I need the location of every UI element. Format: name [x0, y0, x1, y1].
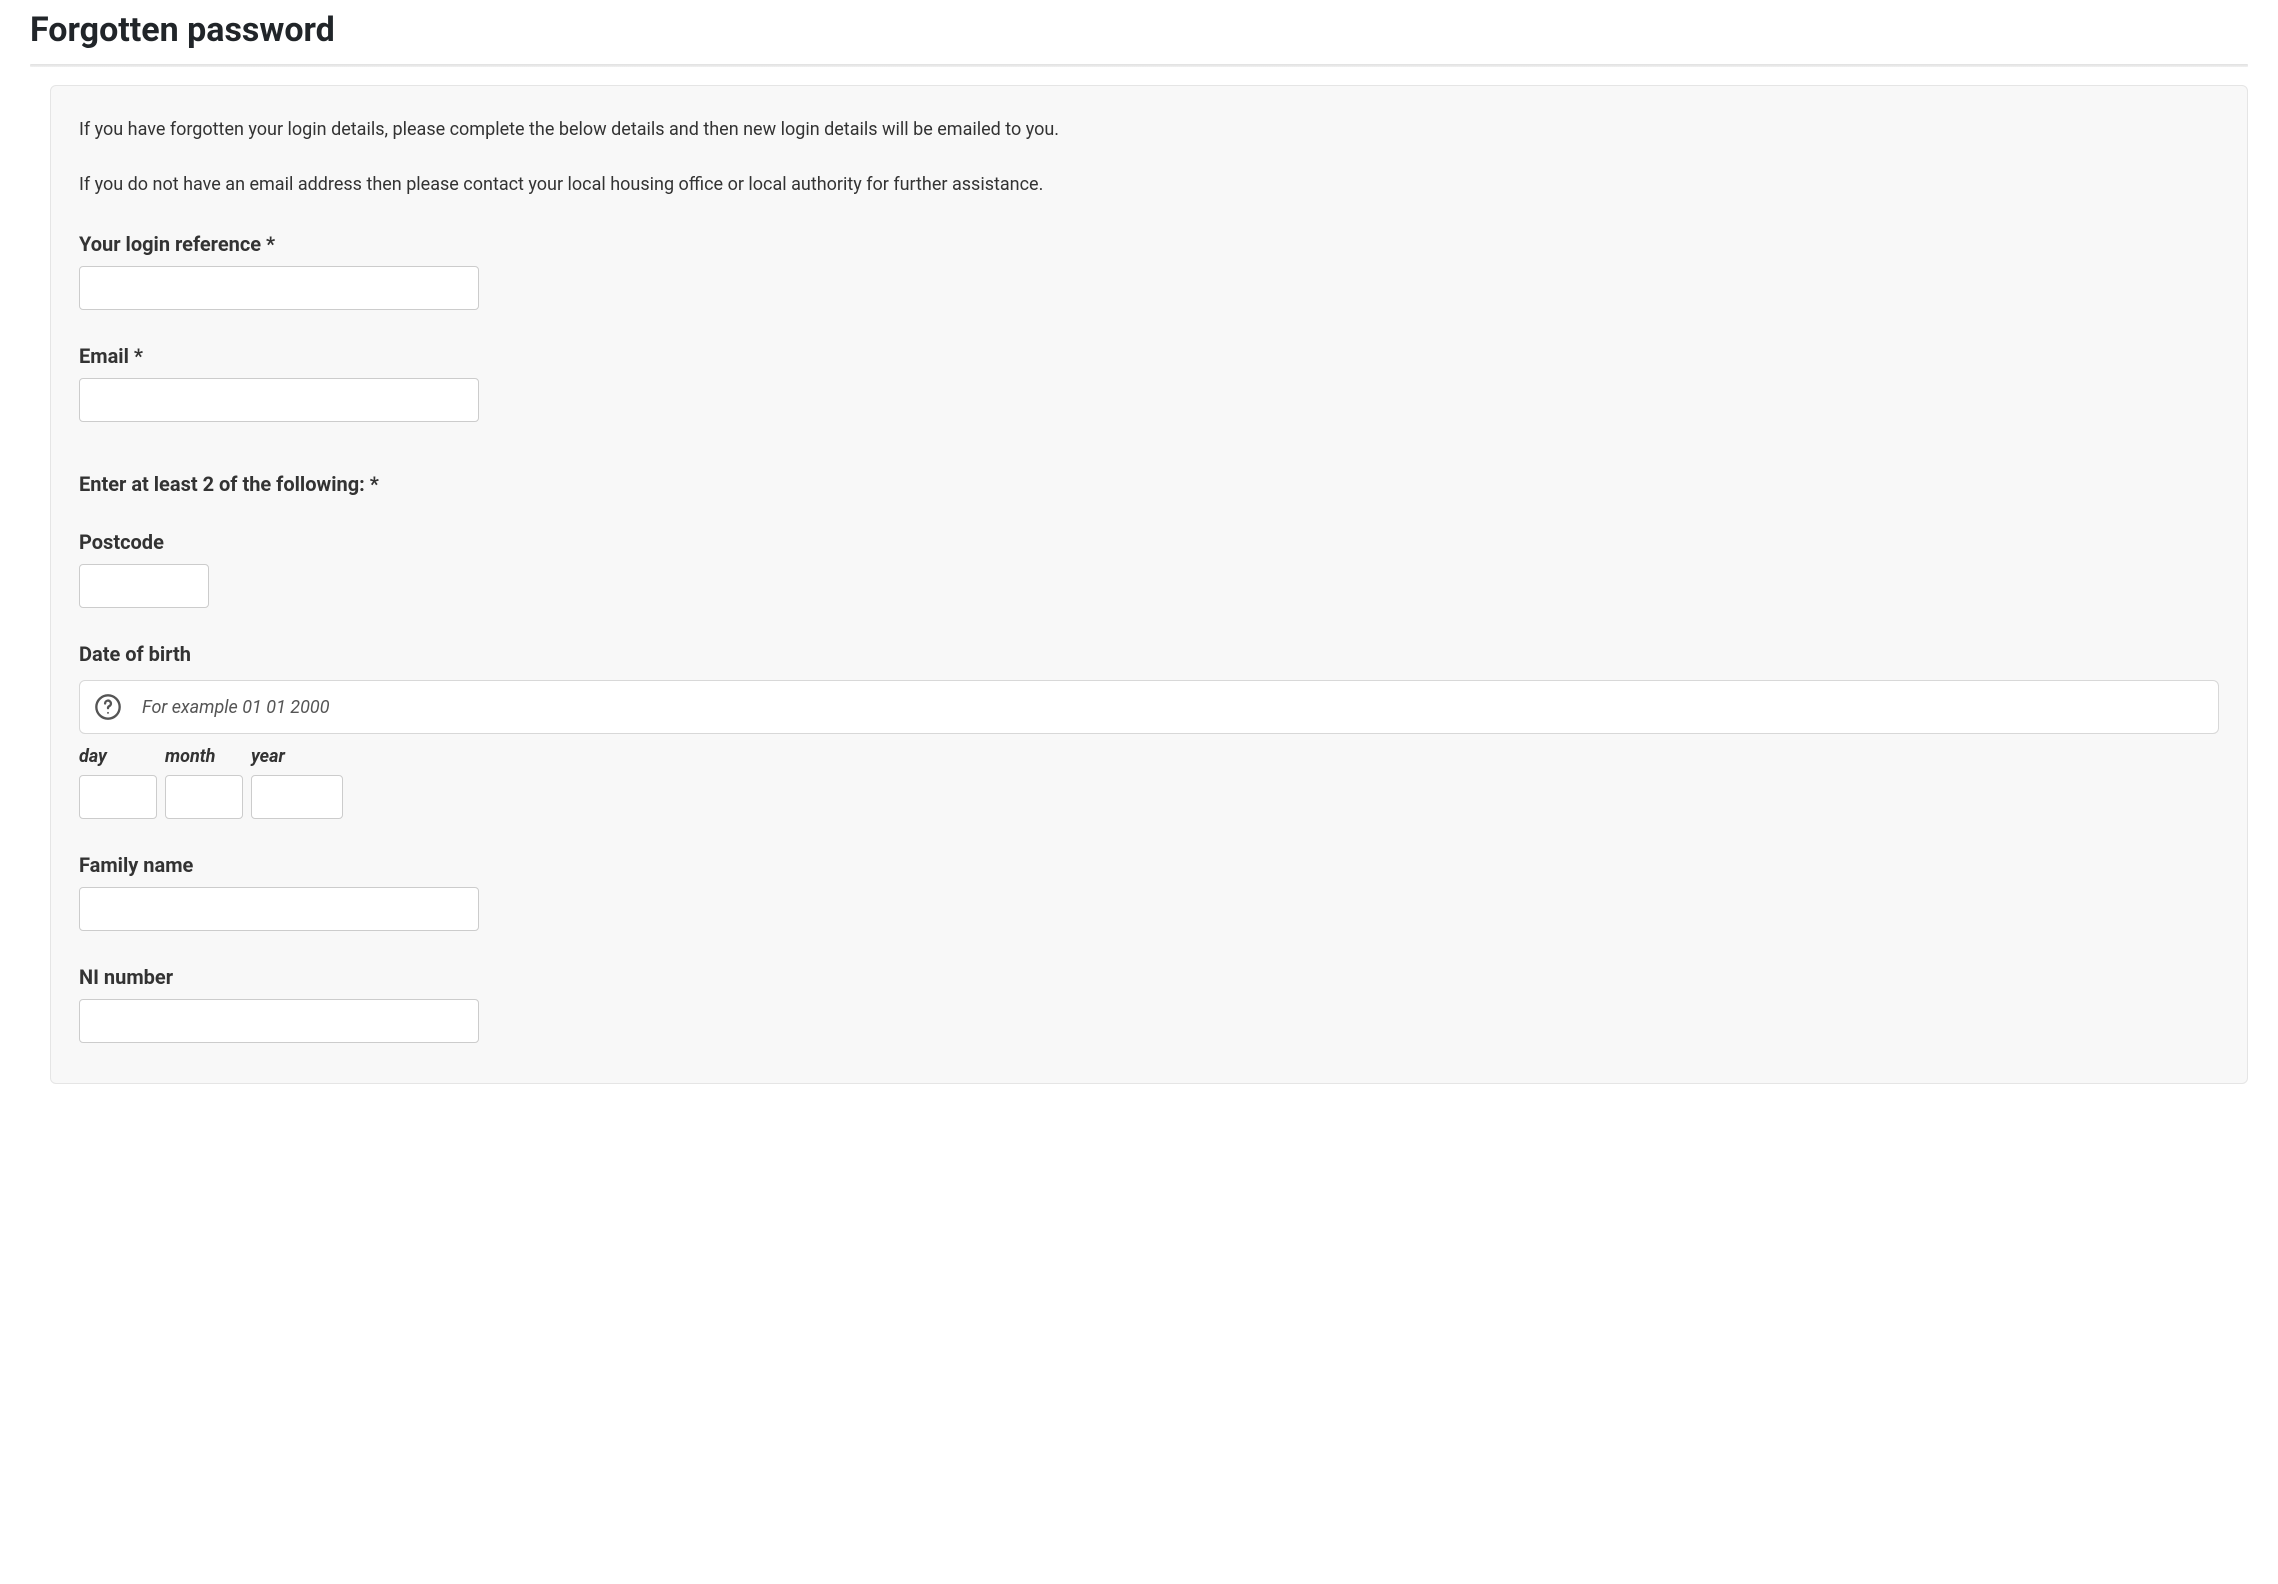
login-reference-label: Your login reference *: [79, 232, 2219, 256]
page-wrapper: Forgotten password If you have forgotten…: [0, 0, 2278, 1114]
dob-day-col: day: [79, 746, 157, 819]
login-reference-group: Your login reference *: [79, 232, 2219, 310]
dob-group: Date of birth For example 01 01 2000 day: [79, 642, 2219, 819]
page-title: Forgotten password: [30, 10, 2248, 50]
help-icon: [94, 693, 122, 721]
ni-number-input[interactable]: [79, 999, 479, 1043]
instruction-2: If you do not have an email address then…: [79, 171, 2219, 198]
dob-month-col: month: [165, 746, 243, 819]
ni-number-label: NI number: [79, 965, 2219, 989]
family-name-input[interactable]: [79, 887, 479, 931]
dob-hint-box: For example 01 01 2000: [79, 680, 2219, 734]
email-input[interactable]: [79, 378, 479, 422]
title-divider: [30, 64, 2248, 67]
section-label: Enter at least 2 of the following: *: [79, 472, 2219, 496]
email-label: Email *: [79, 344, 2219, 368]
ni-number-group: NI number: [79, 965, 2219, 1043]
instruction-1: If you have forgotten your login details…: [79, 116, 2219, 143]
dob-day-label: day: [79, 746, 157, 767]
dob-year-col: year: [251, 746, 343, 819]
family-name-group: Family name: [79, 853, 2219, 931]
login-reference-input[interactable]: [79, 266, 479, 310]
dob-row: day month year: [79, 746, 2219, 819]
dob-year-label: year: [251, 746, 343, 767]
postcode-label: Postcode: [79, 530, 2219, 554]
dob-label: Date of birth: [79, 642, 2219, 666]
postcode-group: Postcode: [79, 530, 2219, 608]
dob-year-input[interactable]: [251, 775, 343, 819]
dob-month-input[interactable]: [165, 775, 243, 819]
dob-hint-text: For example 01 01 2000: [142, 697, 330, 718]
forgotten-password-panel: If you have forgotten your login details…: [50, 85, 2248, 1084]
dob-month-label: month: [165, 746, 243, 767]
dob-day-input[interactable]: [79, 775, 157, 819]
family-name-label: Family name: [79, 853, 2219, 877]
postcode-input[interactable]: [79, 564, 209, 608]
email-group: Email *: [79, 344, 2219, 422]
